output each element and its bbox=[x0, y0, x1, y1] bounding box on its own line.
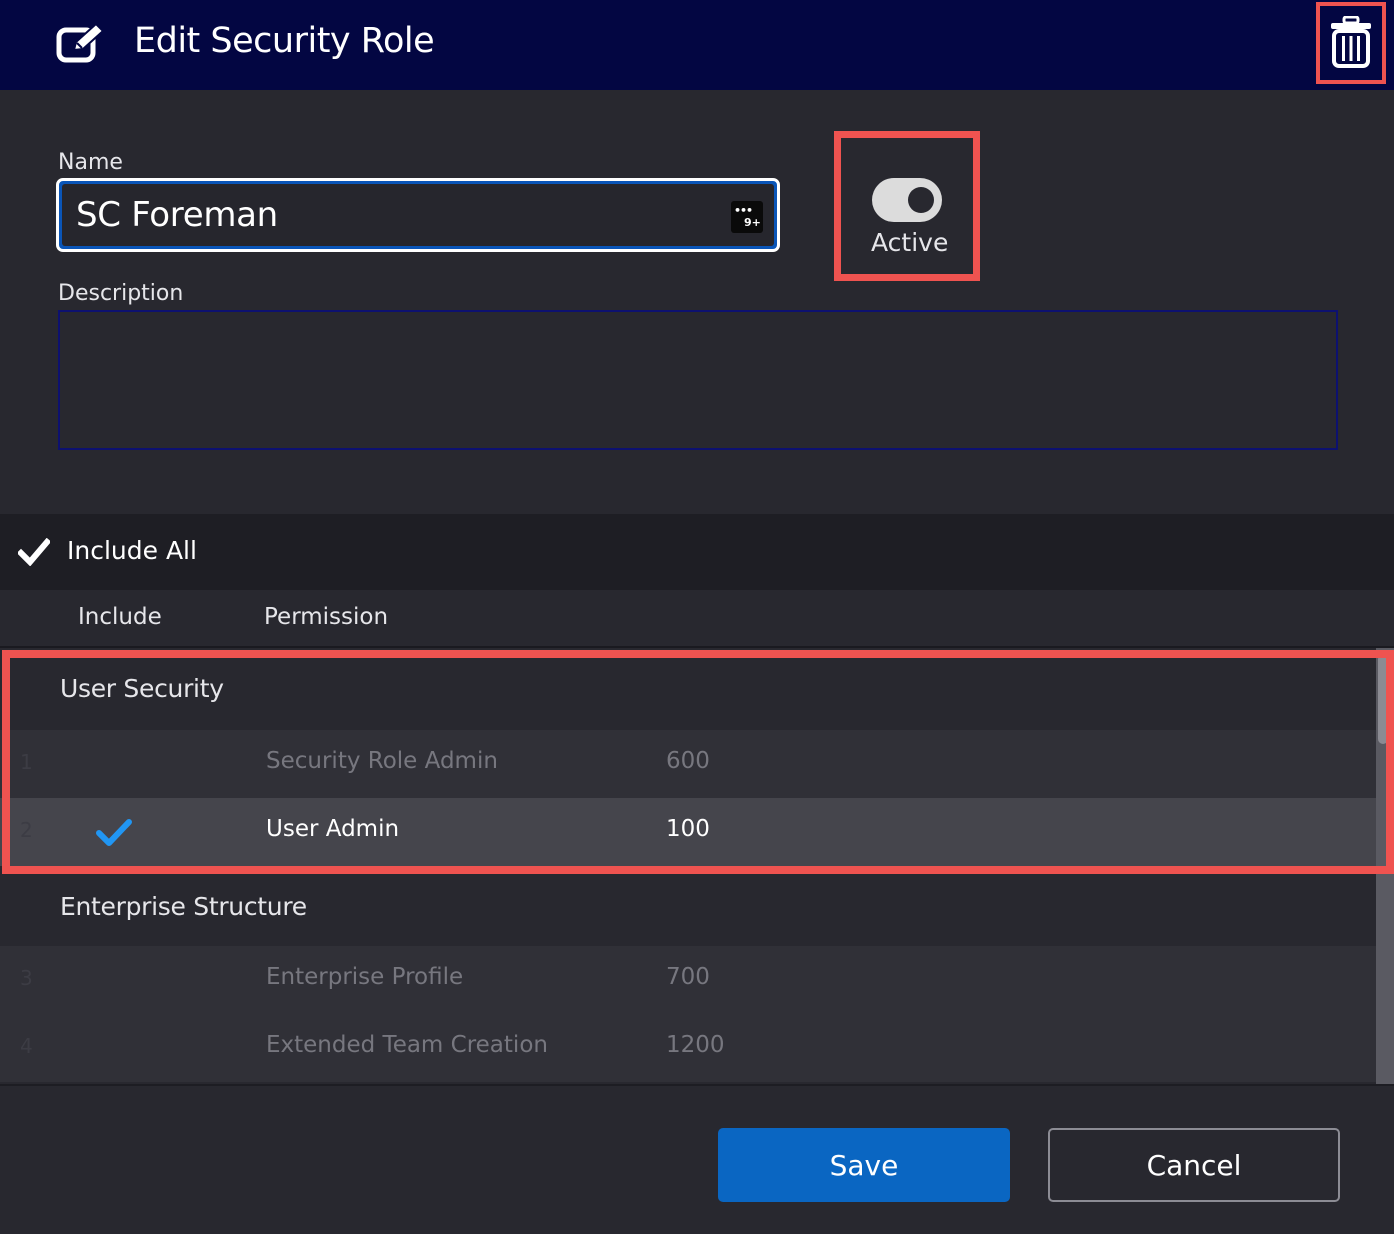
password-manager-badge: 9+ bbox=[744, 216, 761, 229]
include-all-bar[interactable]: Include All bbox=[0, 514, 1394, 590]
description-field[interactable] bbox=[58, 310, 1338, 450]
table-row[interactable]: 1 Security Role Admin 600 bbox=[0, 730, 1376, 798]
row-number: 1 bbox=[20, 750, 33, 774]
permission-value: 700 bbox=[666, 964, 710, 990]
password-manager-icon[interactable]: ••• 9+ bbox=[731, 201, 763, 233]
save-button[interactable]: Save bbox=[718, 1128, 1010, 1202]
permission-value: 1200 bbox=[666, 1032, 725, 1058]
edit-icon bbox=[56, 22, 105, 63]
checkmark-icon bbox=[18, 538, 50, 566]
trash-icon bbox=[1331, 16, 1371, 68]
toggle-knob bbox=[908, 187, 934, 213]
group-label: Enterprise Structure bbox=[60, 892, 307, 921]
permission-value: 100 bbox=[666, 816, 710, 842]
permission-name: Security Role Admin bbox=[266, 748, 498, 774]
permission-name: User Admin bbox=[266, 816, 400, 842]
group-row-enterprise-structure[interactable]: Enterprise Structure bbox=[0, 866, 1376, 946]
included-check-icon[interactable] bbox=[96, 818, 132, 848]
include-all-label: Include All bbox=[67, 536, 197, 565]
name-field-inner: ••• 9+ bbox=[62, 184, 774, 246]
description-label: Description bbox=[58, 281, 184, 306]
column-header-include[interactable]: Include bbox=[78, 604, 162, 630]
active-toggle[interactable] bbox=[872, 178, 942, 222]
cancel-button[interactable]: Cancel bbox=[1048, 1128, 1340, 1202]
name-label: Name bbox=[58, 150, 123, 175]
page-title: Edit Security Role bbox=[134, 21, 435, 61]
delete-button[interactable] bbox=[1316, 2, 1386, 84]
password-manager-dots: ••• bbox=[734, 204, 753, 217]
name-input[interactable] bbox=[76, 190, 716, 240]
description-textarea[interactable] bbox=[60, 312, 1336, 448]
group-label: User Security bbox=[60, 674, 224, 703]
active-label: Active bbox=[871, 228, 949, 257]
row-number: 3 bbox=[20, 966, 33, 990]
table-header: Include Permission bbox=[0, 590, 1394, 648]
table-row[interactable]: 2 User Admin 100 bbox=[0, 798, 1376, 866]
dialog-header: Edit Security Role bbox=[0, 0, 1394, 90]
table-row[interactable]: 4 Extended Team Creation 1200 bbox=[0, 1014, 1376, 1082]
group-row-user-security[interactable]: User Security bbox=[0, 648, 1376, 730]
permission-value: 600 bbox=[666, 748, 710, 774]
permissions-table: User Security 1 Security Role Admin 600 … bbox=[0, 648, 1376, 1084]
row-number: 2 bbox=[20, 818, 33, 842]
name-field[interactable]: ••• 9+ bbox=[56, 178, 780, 252]
scrollbar-thumb[interactable] bbox=[1378, 654, 1388, 744]
table-row[interactable]: 3 Enterprise Profile 700 bbox=[0, 946, 1376, 1014]
permission-name: Extended Team Creation bbox=[266, 1032, 548, 1058]
permission-name: Enterprise Profile bbox=[266, 964, 464, 990]
column-header-permission[interactable]: Permission bbox=[264, 604, 388, 630]
row-number: 4 bbox=[20, 1034, 33, 1058]
active-toggle-group: Active bbox=[834, 131, 980, 281]
